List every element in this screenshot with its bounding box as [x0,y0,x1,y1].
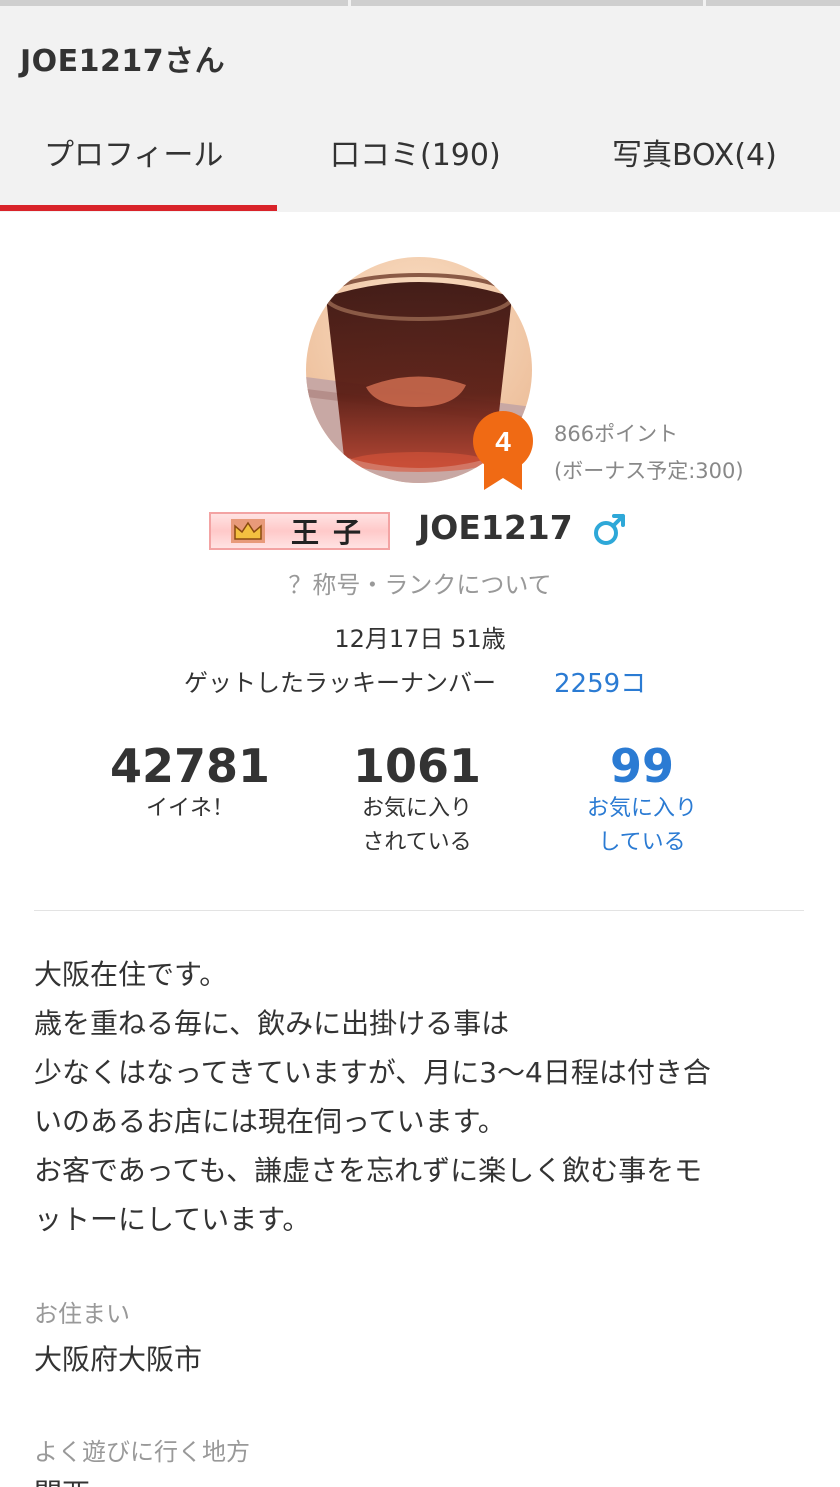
title-badge-text: 王子 [291,516,376,549]
favorites-label-1[interactable]: お気に入り [522,792,762,826]
rank-info-link[interactable]: ？称号・ランクについて [0,565,840,600]
stat-likes: 42781 イイネ！ [70,740,310,826]
bio-line: 歳を重ねる毎に、飲みに出掛ける事は [34,1007,510,1040]
male-icon [594,514,625,545]
likes-count: 42781 [109,739,271,793]
crown-icon [231,519,265,543]
favorited-count: 1061 [352,739,482,793]
lucky-number-label: ゲットしたラッキーナンバー [184,669,496,697]
bio-line: ットーにしています。 [34,1203,311,1236]
points-value: 866ポイント [554,422,679,446]
tab-photo-box[interactable]: 写真BOX(4) [612,130,777,174]
residence-value: 大阪府大阪市 [34,1343,203,1376]
frequent-area-value: 関西 [34,1472,90,1487]
rank-number: 4 [495,426,511,457]
residence-label: お住まい [34,1300,130,1328]
favorited-label-2: されている [362,830,472,855]
section-divider [34,910,804,911]
lucky-number-link[interactable]: 2259コ [554,663,646,700]
active-tab-indicator [0,205,277,211]
bio-line: お客であっても、謙虚さを忘れずに楽しく飲む事をモ [34,1154,703,1187]
bio-line: 大阪在住です。 [34,958,228,991]
bonus-points: (ボーナス予定:300) [554,459,744,483]
bio-line: いのあるお店には現在伺っています。 [34,1105,506,1138]
favorited-label-1: お気に入り [361,796,472,821]
favorites-count[interactable]: 99 [522,740,762,792]
rank-badge-icon: 4 [472,410,534,492]
frequent-area-label: よく遊びに行く地方 [34,1438,250,1466]
page-title: JOE1217さん [20,44,226,79]
bio-text: 大阪在住です。 歳を重ねる毎に、飲みに出掛ける事は 少なくはなってきていますが、… [34,950,809,1244]
stat-favorited: 1061 お気に入り されている [297,740,537,860]
favorites-label-2[interactable]: している [522,826,762,860]
title-badge[interactable]: 王子 [209,512,390,550]
stat-favorites-link[interactable]: 99 お気に入り している [522,740,762,860]
points-info: 866ポイント (ボーナス予定:300) [554,416,744,490]
likes-label: イイネ！ [145,796,234,821]
bio-line: 少なくはなってきていますが、月に3〜4日程は付き合 [34,1056,711,1089]
profile-header: JOE1217さん プロフィール 口コミ(190) 写真BOX(4) [0,6,840,212]
username: JOE1217 [418,508,573,547]
tab-profile[interactable]: プロフィール [44,130,223,174]
tab-reviews[interactable]: 口コミ(190) [330,130,501,174]
birthday-age: 12月17日 51歳 [334,625,506,653]
